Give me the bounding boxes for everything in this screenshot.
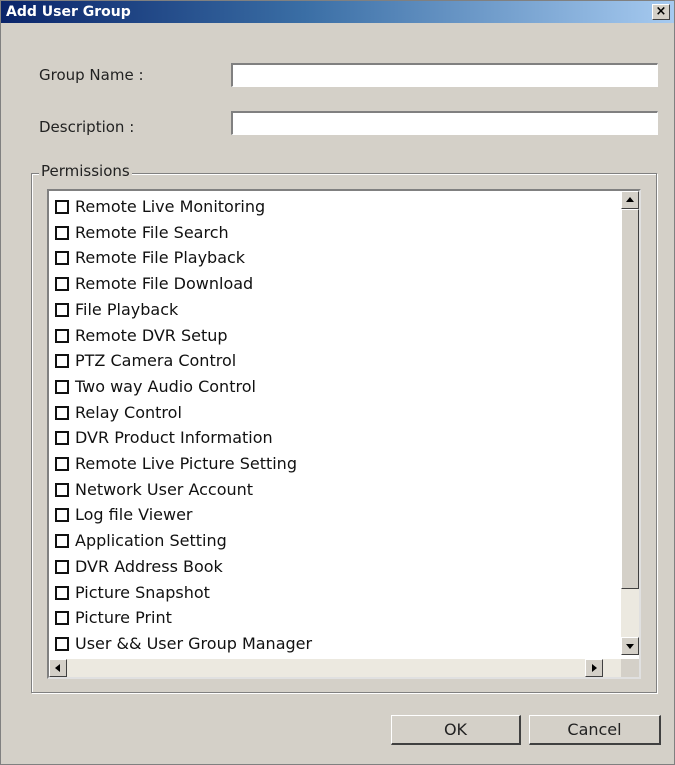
permission-label: Relay Control bbox=[75, 402, 182, 422]
ok-button[interactable]: OK bbox=[391, 715, 521, 745]
permission-checkbox[interactable] bbox=[55, 482, 69, 497]
permission-checkbox[interactable] bbox=[55, 225, 69, 240]
permission-label: PTZ Camera Control bbox=[75, 351, 237, 371]
permission-label: DVR Product Information bbox=[75, 428, 273, 448]
permission-label: User && User Group Manager bbox=[75, 633, 313, 653]
description-input[interactable] bbox=[231, 111, 658, 135]
permission-checkbox[interactable] bbox=[55, 251, 69, 266]
permissions-list[interactable]: Remote Live Monitoring Remote File Search… bbox=[47, 189, 641, 679]
permission-checkbox[interactable] bbox=[55, 636, 69, 651]
close-button[interactable]: × bbox=[652, 4, 670, 20]
title-bar: Add User Group × bbox=[1, 1, 674, 23]
scroll-up-button[interactable] bbox=[621, 191, 639, 209]
permission-checkbox[interactable] bbox=[55, 508, 69, 523]
permission-label: Remote Live Picture Setting bbox=[75, 454, 297, 473]
scroll-right-button[interactable] bbox=[585, 659, 603, 677]
permission-checkbox[interactable] bbox=[55, 611, 69, 626]
permission-label: DVR Address Book bbox=[75, 556, 223, 576]
permission-label: Picture Snapshot bbox=[75, 582, 210, 602]
permission-label: Remote Live Monitoring bbox=[75, 197, 266, 216]
permission-checkbox[interactable] bbox=[55, 200, 69, 214]
permission-label: Application Setting bbox=[75, 531, 227, 551]
permission-checkbox[interactable] bbox=[55, 302, 69, 317]
close-icon: × bbox=[655, 4, 667, 19]
vertical-scroll-thumb[interactable] bbox=[621, 209, 639, 589]
permission-label: Remote File Search bbox=[75, 222, 229, 242]
scrollbar-corner bbox=[621, 659, 639, 677]
permission-label: Remote DVR Setup bbox=[75, 325, 228, 345]
permission-checkbox[interactable] bbox=[55, 559, 69, 574]
permission-checkbox[interactable] bbox=[55, 585, 69, 600]
scroll-left-button[interactable] bbox=[49, 659, 67, 677]
description-label: Description : bbox=[39, 118, 135, 136]
arrow-left-icon bbox=[55, 664, 60, 672]
permission-label: File Playback bbox=[75, 299, 179, 319]
permission-label: Remote File Playback bbox=[75, 248, 246, 268]
permission-checkbox[interactable] bbox=[55, 405, 69, 420]
permission-checkbox[interactable] bbox=[55, 431, 69, 446]
permission-checkbox[interactable] bbox=[55, 534, 69, 549]
permissions-legend: Permissions bbox=[39, 161, 132, 181]
arrow-right-icon bbox=[592, 664, 597, 672]
permissions-list-items: Remote Live Monitoring Remote File Search… bbox=[49, 191, 621, 655]
cancel-button[interactable]: Cancel bbox=[529, 715, 661, 745]
permission-label: Network User Account bbox=[75, 479, 254, 499]
permission-checkbox[interactable] bbox=[55, 379, 69, 394]
vertical-scrollbar[interactable] bbox=[621, 191, 639, 655]
arrow-down-icon bbox=[626, 644, 634, 649]
permission-checkbox[interactable] bbox=[55, 457, 69, 471]
permission-label: Log file Viewer bbox=[75, 505, 193, 525]
permission-label: Picture Print bbox=[75, 608, 172, 628]
group-name-input[interactable] bbox=[231, 63, 658, 87]
arrow-up-icon bbox=[626, 197, 634, 202]
permission-checkbox[interactable] bbox=[55, 328, 69, 343]
permission-label: Two way Audio Control bbox=[75, 376, 256, 396]
permission-checkbox[interactable] bbox=[55, 277, 69, 292]
group-name-label: Group Name : bbox=[39, 66, 144, 84]
window-title: Add User Group bbox=[6, 4, 131, 20]
permission-checkbox[interactable] bbox=[55, 354, 69, 369]
add-user-group-dialog: Add User Group × Group Name : Descriptio… bbox=[0, 0, 675, 765]
scroll-down-button[interactable] bbox=[621, 637, 639, 655]
horizontal-scrollbar[interactable] bbox=[49, 659, 621, 677]
permission-label: Remote File Download bbox=[75, 274, 254, 294]
